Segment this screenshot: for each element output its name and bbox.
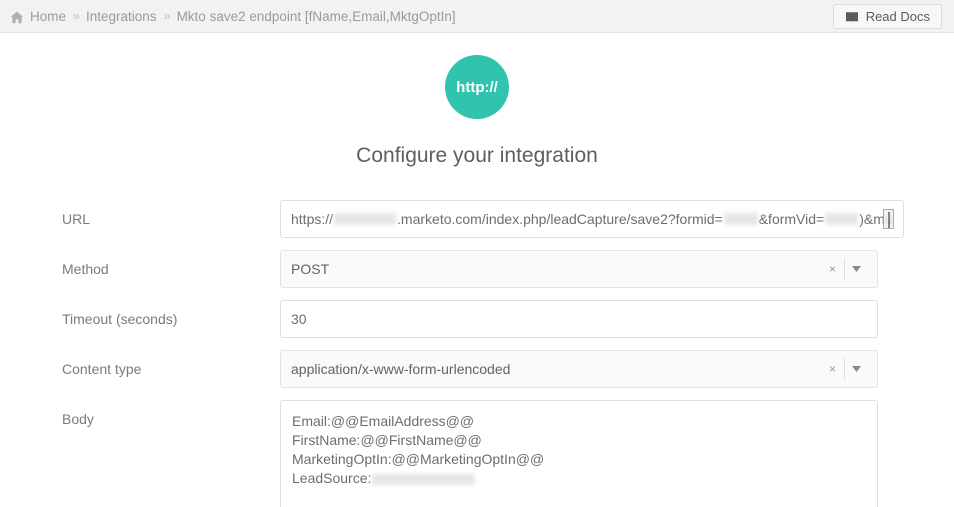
text-cursor-icon xyxy=(882,209,894,229)
timeout-label: Timeout (seconds) xyxy=(62,311,178,327)
url-field-wrap: https:// .marketo.com/index.php/leadCaptu… xyxy=(280,200,904,238)
body-line-3: MarketingOptIn:@@MarketingOptIn@@ xyxy=(292,451,545,467)
body-line-4-label: LeadSource: xyxy=(292,470,372,486)
url-label: URL xyxy=(62,211,91,227)
content-type-field-wrap: application/x-www-form-urlencoded × xyxy=(280,350,878,388)
method-field-wrap: POST × xyxy=(280,250,878,288)
form-row-content-type: Content type application/x-www-form-urle… xyxy=(62,350,878,388)
url-value-mid: &formVid= xyxy=(758,211,825,227)
form-row-body: Body Email:@@EmailAddress@@ FirstName:@@… xyxy=(62,400,878,507)
http-logo-label: http:// xyxy=(456,78,498,96)
integration-form: URL https:// .marketo.com/index.php/leadC… xyxy=(0,200,954,507)
home-icon xyxy=(10,11,24,24)
method-label: Method xyxy=(62,261,109,277)
url-redacted-formvid xyxy=(825,213,859,225)
timeout-input[interactable]: 30 xyxy=(280,300,878,338)
chevron-down-icon[interactable] xyxy=(845,266,867,272)
body-line-2: FirstName:@@FirstName@@ xyxy=(292,432,482,448)
body-label: Body xyxy=(62,411,94,427)
read-docs-button[interactable]: Read Docs xyxy=(832,4,942,29)
url-redacted-subdomain xyxy=(334,213,397,225)
url-input[interactable]: https:// .marketo.com/index.php/leadCaptu… xyxy=(280,200,904,238)
chevron-down-icon[interactable] xyxy=(845,366,867,372)
body-line-1: Email:@@EmailAddress@@ xyxy=(292,413,475,429)
content-type-label: Content type xyxy=(62,361,142,377)
http-logo-icon: http:// xyxy=(445,55,509,119)
content-type-value: application/x-www-form-urlencoded xyxy=(291,361,511,377)
method-value: POST xyxy=(291,261,330,277)
content-type-select[interactable]: application/x-www-form-urlencoded × xyxy=(280,350,878,388)
form-row-timeout: Timeout (seconds) 30 xyxy=(62,300,878,338)
method-select[interactable]: POST × xyxy=(280,250,878,288)
read-docs-label: Read Docs xyxy=(865,9,930,24)
url-value-prefix: https:// xyxy=(291,211,334,227)
breadcrumb-integrations[interactable]: Integrations xyxy=(86,9,157,24)
breadcrumb-current: Mkto save2 endpoint [fName,Email,MktgOpt… xyxy=(176,8,456,24)
book-icon xyxy=(845,11,859,23)
content-type-clear-icon[interactable]: × xyxy=(825,362,844,376)
top-bar: Home ›› Integrations ›› Mkto save2 endpo… xyxy=(0,0,954,33)
url-value-domain: .marketo.com/index.php/leadCapture/save2… xyxy=(397,211,723,227)
hero-section: http:// Configure your integration xyxy=(0,33,954,168)
url-redacted-formid xyxy=(723,213,758,225)
body-textarea[interactable]: Email:@@EmailAddress@@ FirstName:@@First… xyxy=(280,400,878,507)
method-clear-icon[interactable]: × xyxy=(825,262,844,276)
body-line-4: LeadSource: xyxy=(292,469,867,488)
breadcrumb-separator-1: ›› xyxy=(73,9,80,23)
breadcrumb-separator-2: ›› xyxy=(163,9,171,23)
breadcrumb-home[interactable]: Home xyxy=(30,9,66,24)
page-title: Configure your integration xyxy=(356,144,598,167)
breadcrumb: Home ›› Integrations ›› Mkto save2 endpo… xyxy=(10,9,456,24)
body-field-wrap: Email:@@EmailAddress@@ FirstName:@@First… xyxy=(280,400,878,507)
form-row-method: Method POST × xyxy=(62,250,878,288)
form-row-url: URL https:// .marketo.com/index.php/leadC… xyxy=(62,200,904,238)
timeout-field-wrap: 30 xyxy=(280,300,878,338)
body-redacted-leadsource xyxy=(372,473,476,485)
